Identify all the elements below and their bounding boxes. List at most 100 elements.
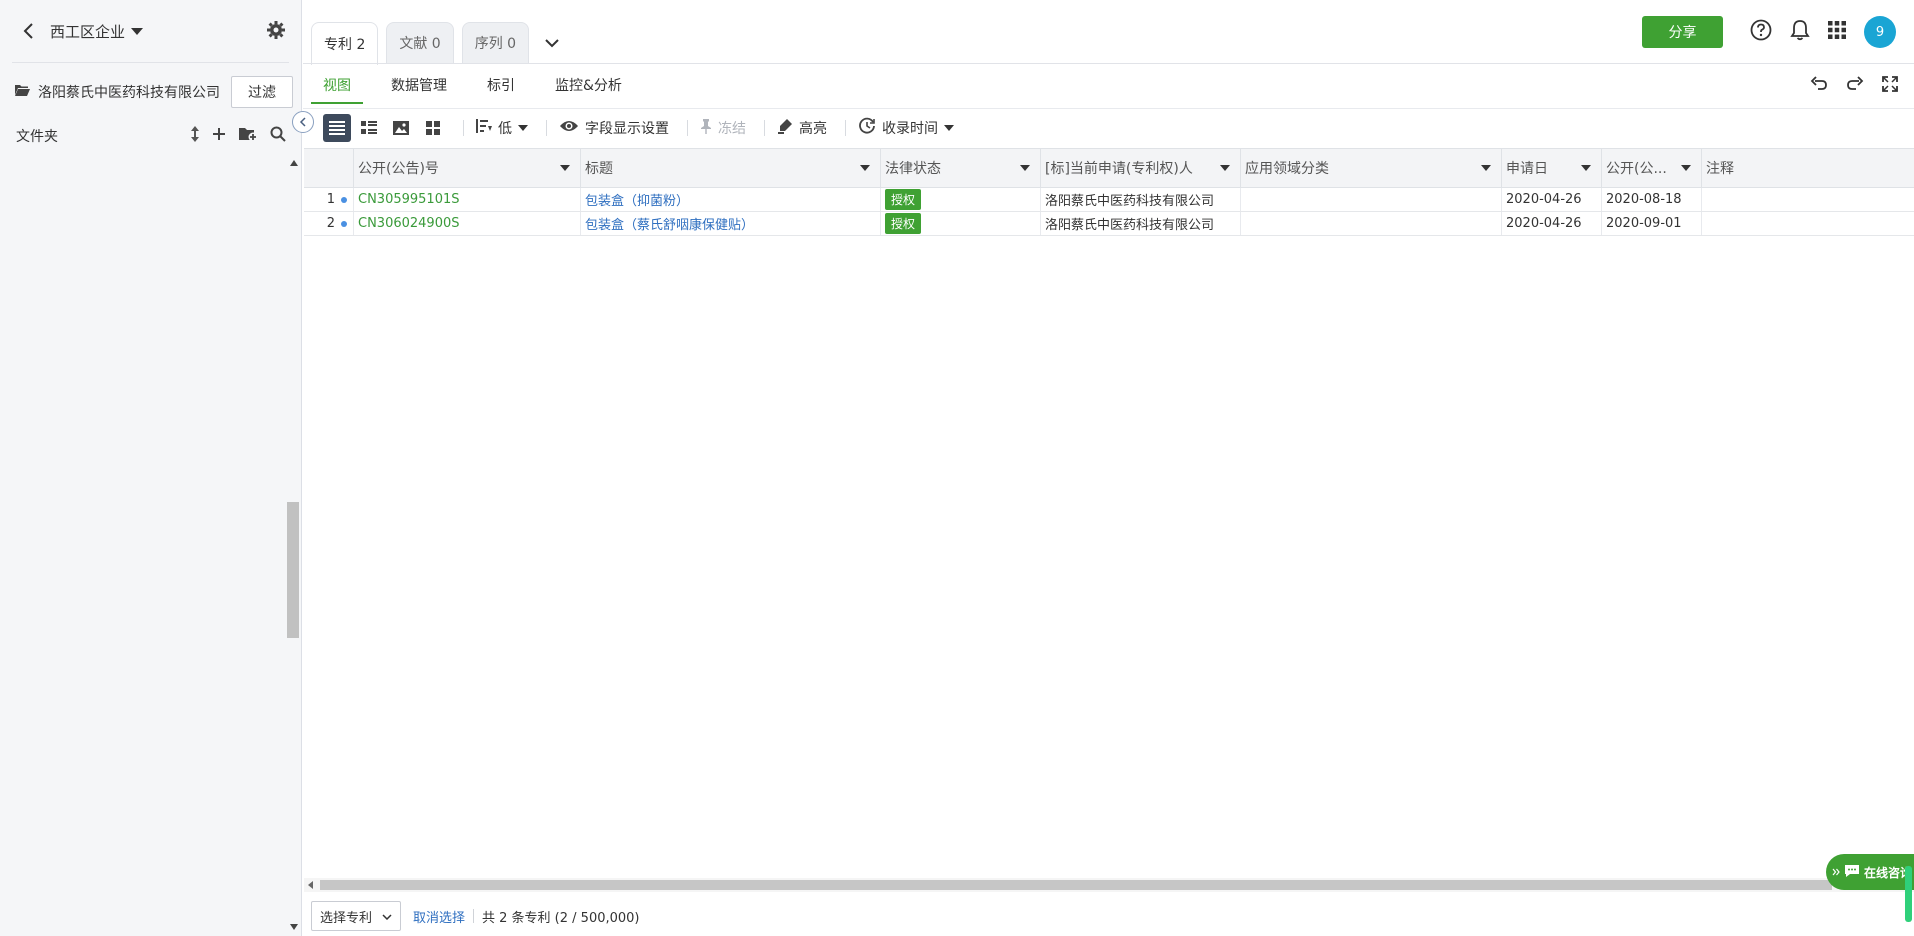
tab-patents[interactable]: 专利 2 bbox=[311, 22, 379, 65]
help-icon[interactable] bbox=[1750, 19, 1772, 45]
title-link[interactable]: 包装盒（蔡氏舒咽康保健贴） bbox=[581, 212, 881, 235]
bell-icon[interactable] bbox=[1790, 19, 1810, 45]
online-consult-button[interactable]: 在线咨询 bbox=[1826, 854, 1914, 890]
sort-order-icon bbox=[476, 118, 492, 138]
column-header-pub-no[interactable]: 公开(公告)号 bbox=[354, 149, 581, 187]
row-number: 2 bbox=[304, 212, 354, 235]
subnav-tagging[interactable]: 标引 bbox=[487, 74, 515, 104]
sort-dropdown[interactable]: 低 bbox=[476, 118, 528, 138]
divider bbox=[12, 62, 289, 63]
collection-time-dropdown[interactable]: 收录时间 bbox=[858, 117, 954, 139]
tab-sequences[interactable]: 序列 0 bbox=[461, 22, 530, 63]
add-folder-icon[interactable] bbox=[238, 126, 258, 146]
subnav-view[interactable]: 视图 bbox=[311, 74, 363, 104]
list-view-icon[interactable] bbox=[323, 113, 351, 142]
grid-view-icon[interactable] bbox=[419, 114, 447, 142]
apps-grid-icon[interactable] bbox=[1828, 21, 1846, 43]
row-number: 1 bbox=[304, 188, 354, 211]
share-button[interactable]: 分享 bbox=[1642, 16, 1723, 48]
subnav-monitor-analysis[interactable]: 监控&分析 bbox=[555, 74, 622, 104]
scroll-down-icon[interactable] bbox=[290, 924, 298, 930]
tab-literature[interactable]: 文献 0 bbox=[386, 22, 454, 63]
chevron-down-icon[interactable] bbox=[537, 22, 567, 64]
title-link[interactable]: 包装盒（抑菌粉） bbox=[581, 188, 881, 211]
column-label: 注释 bbox=[1706, 161, 1734, 177]
pub-no-link[interactable]: CN305995101S bbox=[354, 188, 581, 211]
legal-status-cell: 授权 bbox=[881, 188, 1041, 211]
chevron-down-icon bbox=[518, 124, 528, 131]
note-cell[interactable] bbox=[1702, 212, 1914, 235]
search-icon[interactable] bbox=[270, 126, 286, 146]
collapse-sidebar-button[interactable] bbox=[292, 111, 314, 133]
chevron-down-icon[interactable] bbox=[560, 165, 570, 171]
gear-icon[interactable] bbox=[266, 20, 288, 42]
redo-icon[interactable] bbox=[1846, 76, 1864, 96]
chevron-down-icon bbox=[382, 909, 392, 924]
chevron-down-icon[interactable] bbox=[1220, 165, 1230, 171]
field-display-settings-button[interactable]: 字段显示设置 bbox=[559, 118, 669, 138]
undo-icon[interactable] bbox=[1810, 76, 1828, 96]
column-header-pub-date[interactable]: 公开(公... bbox=[1602, 149, 1702, 187]
chevron-down-icon[interactable] bbox=[1481, 165, 1491, 171]
detail-view-icon[interactable] bbox=[355, 114, 383, 142]
result-count: 共 2 条专利 (2 / 500,000) bbox=[482, 910, 640, 926]
table-row[interactable]: 2 CN306024900S 包装盒（蔡氏舒咽康保健贴） 授权 洛阳蔡氏中医药科… bbox=[304, 212, 1914, 236]
company-selector[interactable]: 西工区企业 bbox=[50, 21, 125, 42]
main-area: 专利 2 文献 0 序列 0 分享 9 视图 数据管理 标引 监控&分析 低 字… bbox=[303, 0, 1914, 936]
column-header-note[interactable]: 注释 bbox=[1702, 149, 1914, 187]
scroll-left-icon[interactable] bbox=[308, 881, 313, 889]
divider bbox=[845, 119, 846, 136]
history-controls bbox=[1810, 76, 1898, 96]
pub-date-cell: 2020-08-18 bbox=[1602, 188, 1702, 211]
fullscreen-icon[interactable] bbox=[1882, 76, 1898, 96]
chevron-down-icon[interactable] bbox=[1581, 165, 1591, 171]
column-header-application-field[interactable]: 应用领域分类 bbox=[1241, 149, 1502, 187]
scroll-up-icon[interactable] bbox=[290, 160, 298, 166]
avatar[interactable]: 9 bbox=[1864, 16, 1896, 48]
table-row[interactable]: 1 CN305995101S 包装盒（抑菌粉） 授权 洛阳蔡氏中医药科技有限公司… bbox=[304, 188, 1914, 212]
table-horizontal-scrollbar[interactable] bbox=[304, 878, 1914, 892]
column-header-title[interactable]: 标题 bbox=[581, 149, 881, 187]
legal-status-cell: 授权 bbox=[881, 212, 1041, 235]
filter-button[interactable]: 过滤 bbox=[231, 76, 293, 108]
application-field-cell bbox=[1241, 212, 1502, 235]
column-label: 标题 bbox=[585, 161, 613, 177]
chevron-down-icon[interactable] bbox=[131, 27, 144, 35]
subnav-data-management[interactable]: 数据管理 bbox=[391, 74, 447, 104]
cancel-selection-link[interactable]: 取消选择 bbox=[413, 907, 465, 926]
scroll-thumb[interactable] bbox=[287, 502, 299, 638]
collection-tabs: 专利 2 文献 0 序列 0 bbox=[311, 22, 567, 65]
status-badge: 授权 bbox=[885, 189, 922, 210]
column-header-rownum bbox=[304, 149, 354, 187]
image-view-icon[interactable] bbox=[387, 114, 415, 142]
chat-bubble-icon bbox=[1844, 864, 1860, 881]
collection-time-label: 收录时间 bbox=[882, 120, 938, 137]
back-arrow-icon[interactable] bbox=[18, 20, 40, 42]
folders-header: 文件夹 bbox=[16, 124, 286, 148]
column-header-application-date[interactable]: 申请日 bbox=[1502, 149, 1602, 187]
column-header-legal-status[interactable]: 法律状态 bbox=[881, 149, 1041, 187]
folder-name: 洛阳蔡氏中医药科技有限公司 bbox=[38, 85, 220, 101]
select-patents-dropdown[interactable]: 选择专利 bbox=[311, 901, 401, 931]
add-icon[interactable] bbox=[212, 127, 226, 145]
freeze-button[interactable]: 冻结 bbox=[700, 118, 746, 138]
highlight-button[interactable]: 高亮 bbox=[777, 118, 827, 138]
folder-open-icon bbox=[14, 83, 30, 101]
chevron-down-icon[interactable] bbox=[860, 165, 870, 171]
column-label: 申请日 bbox=[1506, 161, 1548, 177]
divider bbox=[764, 119, 765, 136]
chevron-down-icon[interactable] bbox=[1681, 165, 1691, 171]
chevron-down-icon[interactable] bbox=[1020, 165, 1030, 171]
clock-icon bbox=[858, 117, 876, 139]
sort-icon[interactable] bbox=[190, 125, 200, 147]
select-label: 选择专利 bbox=[320, 910, 373, 926]
scroll-thumb[interactable] bbox=[320, 880, 1832, 890]
folders-label: 文件夹 bbox=[16, 129, 58, 145]
divider bbox=[687, 119, 688, 136]
note-cell[interactable] bbox=[1702, 188, 1914, 211]
column-header-applicant[interactable]: [标]当前申请(专利权)人 bbox=[1041, 149, 1241, 187]
highlighter-icon bbox=[777, 118, 793, 138]
sidebar-scrollbar[interactable] bbox=[286, 156, 300, 936]
divider bbox=[473, 909, 475, 923]
pub-no-link[interactable]: CN306024900S bbox=[354, 212, 581, 235]
